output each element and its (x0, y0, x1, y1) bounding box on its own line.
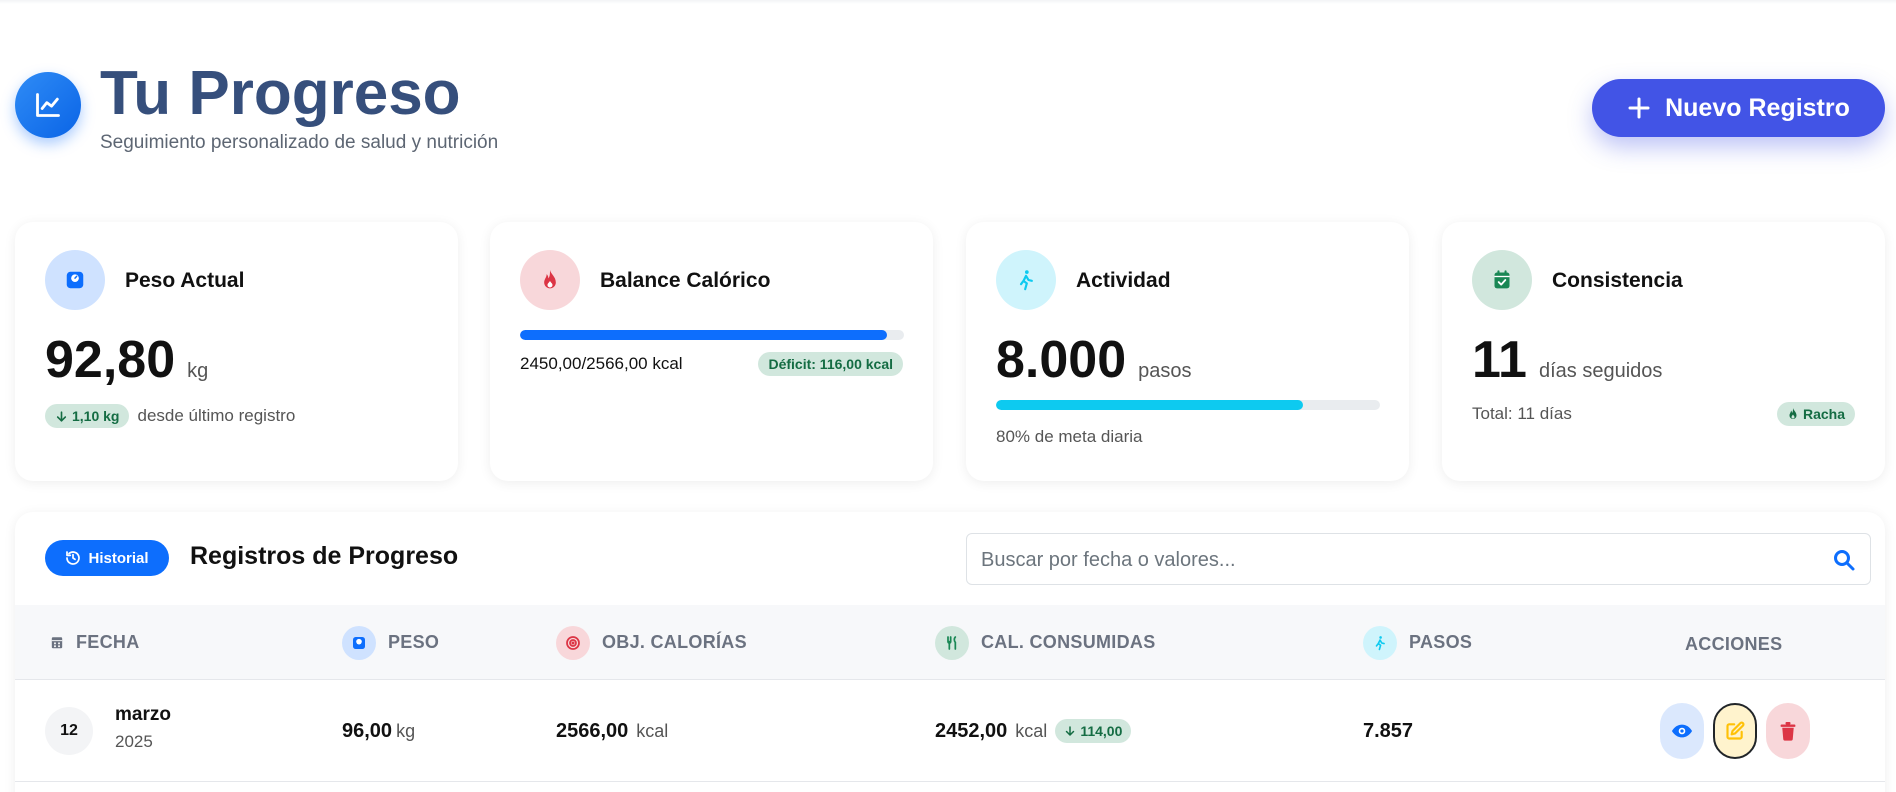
row-calorie-goal: 2566,00 kcal (556, 680, 668, 782)
row-weight-unit: kg (396, 720, 416, 741)
calendar-check-icon (1472, 250, 1532, 310)
row-calorie-diff-value: 114,00 (1080, 723, 1123, 739)
weight-delta-value: 1,10 kg (72, 408, 120, 424)
fire-icon (1789, 408, 1797, 419)
arrow-down-icon (1066, 726, 1075, 736)
consistency-card: Consistencia 11 días seguidos Total: 11 … (1442, 222, 1885, 481)
activity-card: Actividad 8.000 pasos 80% de meta diaria (966, 222, 1409, 481)
weight-card-title: Peso Actual (125, 269, 245, 292)
steps-progress-bar (996, 400, 1380, 410)
column-calorie-goal[interactable]: OBJ. CALORÍAS (556, 605, 747, 680)
trash-icon (1780, 722, 1796, 741)
weight-delta-note: desde último registro (137, 406, 296, 425)
walking-icon (996, 250, 1056, 310)
column-calories-consumed-label: CAL. CONSUMIDAS (981, 632, 1156, 652)
streak-value: 11 (1472, 331, 1527, 389)
activity-card-title: Actividad (1076, 269, 1171, 292)
fire-icon (520, 250, 580, 310)
steps-value: 8.000 (996, 331, 1127, 389)
column-weight-label: PESO (388, 632, 440, 652)
row-date: marzo 2025 (115, 704, 171, 752)
weight-scale-icon (342, 625, 376, 660)
weight-card: Peso Actual 92,80 kg 1,10 kg desde últim… (15, 222, 458, 481)
calorie-progress-bar (520, 330, 904, 340)
search-icon[interactable] (1832, 548, 1856, 577)
column-date[interactable]: FECHA (50, 605, 140, 680)
steps-goal-note: 80% de meta diaria (996, 427, 1143, 446)
edit-button[interactable] (1713, 703, 1757, 759)
calorie-balance-card: Balance Calórico 2450,00/2566,00 kcal Dé… (490, 222, 933, 481)
records-panel: Historial Registros de Progreso FECHA PE… (15, 512, 1885, 792)
records-title: Registros de Progreso (190, 542, 459, 570)
history-icon (66, 551, 81, 565)
streak-badge-label: Racha (1802, 406, 1845, 422)
history-badge: Historial (45, 540, 169, 576)
consistency-card-title: Consistencia (1552, 269, 1683, 292)
column-calories-consumed[interactable]: CAL. CONSUMIDAS (935, 605, 1156, 680)
arrow-down-icon (56, 410, 67, 422)
new-record-button[interactable]: Nuevo Registro (1592, 79, 1885, 137)
walking-icon (1363, 625, 1397, 660)
column-steps-label: PASOS (1409, 632, 1473, 652)
page-subtitle: Seguimiento personalizado de salud y nut… (100, 132, 499, 153)
column-actions-label: ACCIONES (1685, 634, 1783, 654)
calorie-deficit-badge: Déficit: 116,00 kcal (758, 352, 903, 376)
table-header: FECHA PESO OBJ. CALORÍAS CAL. CONSUMIDAS… (15, 605, 1885, 680)
row-calories-consumed-unit: kcal (1015, 720, 1048, 741)
calorie-card-title: Balance Calórico (600, 269, 771, 292)
history-badge-label: Historial (88, 549, 149, 567)
steps-unit: pasos (1138, 360, 1192, 382)
new-record-label: Nuevo Registro (1665, 93, 1850, 122)
column-steps[interactable]: PASOS (1363, 605, 1472, 680)
row-calorie-goal-unit: kcal (636, 720, 669, 741)
streak-badge: Racha (1776, 402, 1855, 426)
column-weight[interactable]: PESO (342, 605, 439, 680)
row-year: 2025 (115, 732, 153, 751)
plus-icon (1628, 97, 1650, 119)
streak-unit: días seguidos (1538, 360, 1663, 382)
row-weight-value: 96,00 (342, 719, 393, 742)
row-calorie-diff-badge: 114,00 (1055, 719, 1132, 743)
row-calorie-goal-value: 2566,00 (556, 719, 629, 742)
row-day: 12 (45, 707, 93, 755)
weight-delta-badge: 1,10 kg (45, 404, 130, 428)
top-border (0, 0, 1896, 4)
row-month: marzo (115, 704, 171, 725)
page-title: Tu Progreso (100, 59, 461, 128)
target-icon (556, 625, 590, 660)
streak-total: Total: 11 días (1472, 404, 1572, 423)
row-steps-value: 7.857 (1363, 719, 1414, 742)
row-weight: 96,00 kg (342, 680, 415, 782)
utensils-icon (935, 625, 969, 660)
row-calories-consumed: 2452,00 kcal 114,00 (935, 680, 1132, 782)
chart-line-icon (15, 72, 81, 138)
column-actions: ACCIONES (1685, 607, 1782, 682)
column-date-label: FECHA (76, 632, 140, 652)
row-steps: 7.857 (1363, 680, 1413, 782)
eye-icon (1671, 724, 1693, 738)
search-input[interactable] (981, 546, 1801, 574)
view-button[interactable] (1660, 703, 1704, 759)
weight-unit: kg (187, 360, 209, 382)
edit-icon (1726, 721, 1745, 740)
calorie-progress-fill (520, 330, 887, 340)
weight-scale-icon (45, 250, 105, 310)
column-calorie-goal-label: OBJ. CALORÍAS (602, 632, 747, 652)
weight-value: 92,80 (45, 331, 176, 389)
table-row[interactable]: 12 marzo 2025 96,00 kg 2566,00 kcal 2452… (15, 680, 1885, 782)
calorie-consumed-text: 2450,00/2566,00 kcal (520, 354, 683, 373)
search-box (966, 533, 1871, 585)
calendar-icon (51, 637, 63, 649)
delete-button[interactable] (1766, 703, 1810, 759)
steps-progress-fill (996, 400, 1304, 410)
row-calories-consumed-value: 2452,00 (935, 719, 1008, 742)
